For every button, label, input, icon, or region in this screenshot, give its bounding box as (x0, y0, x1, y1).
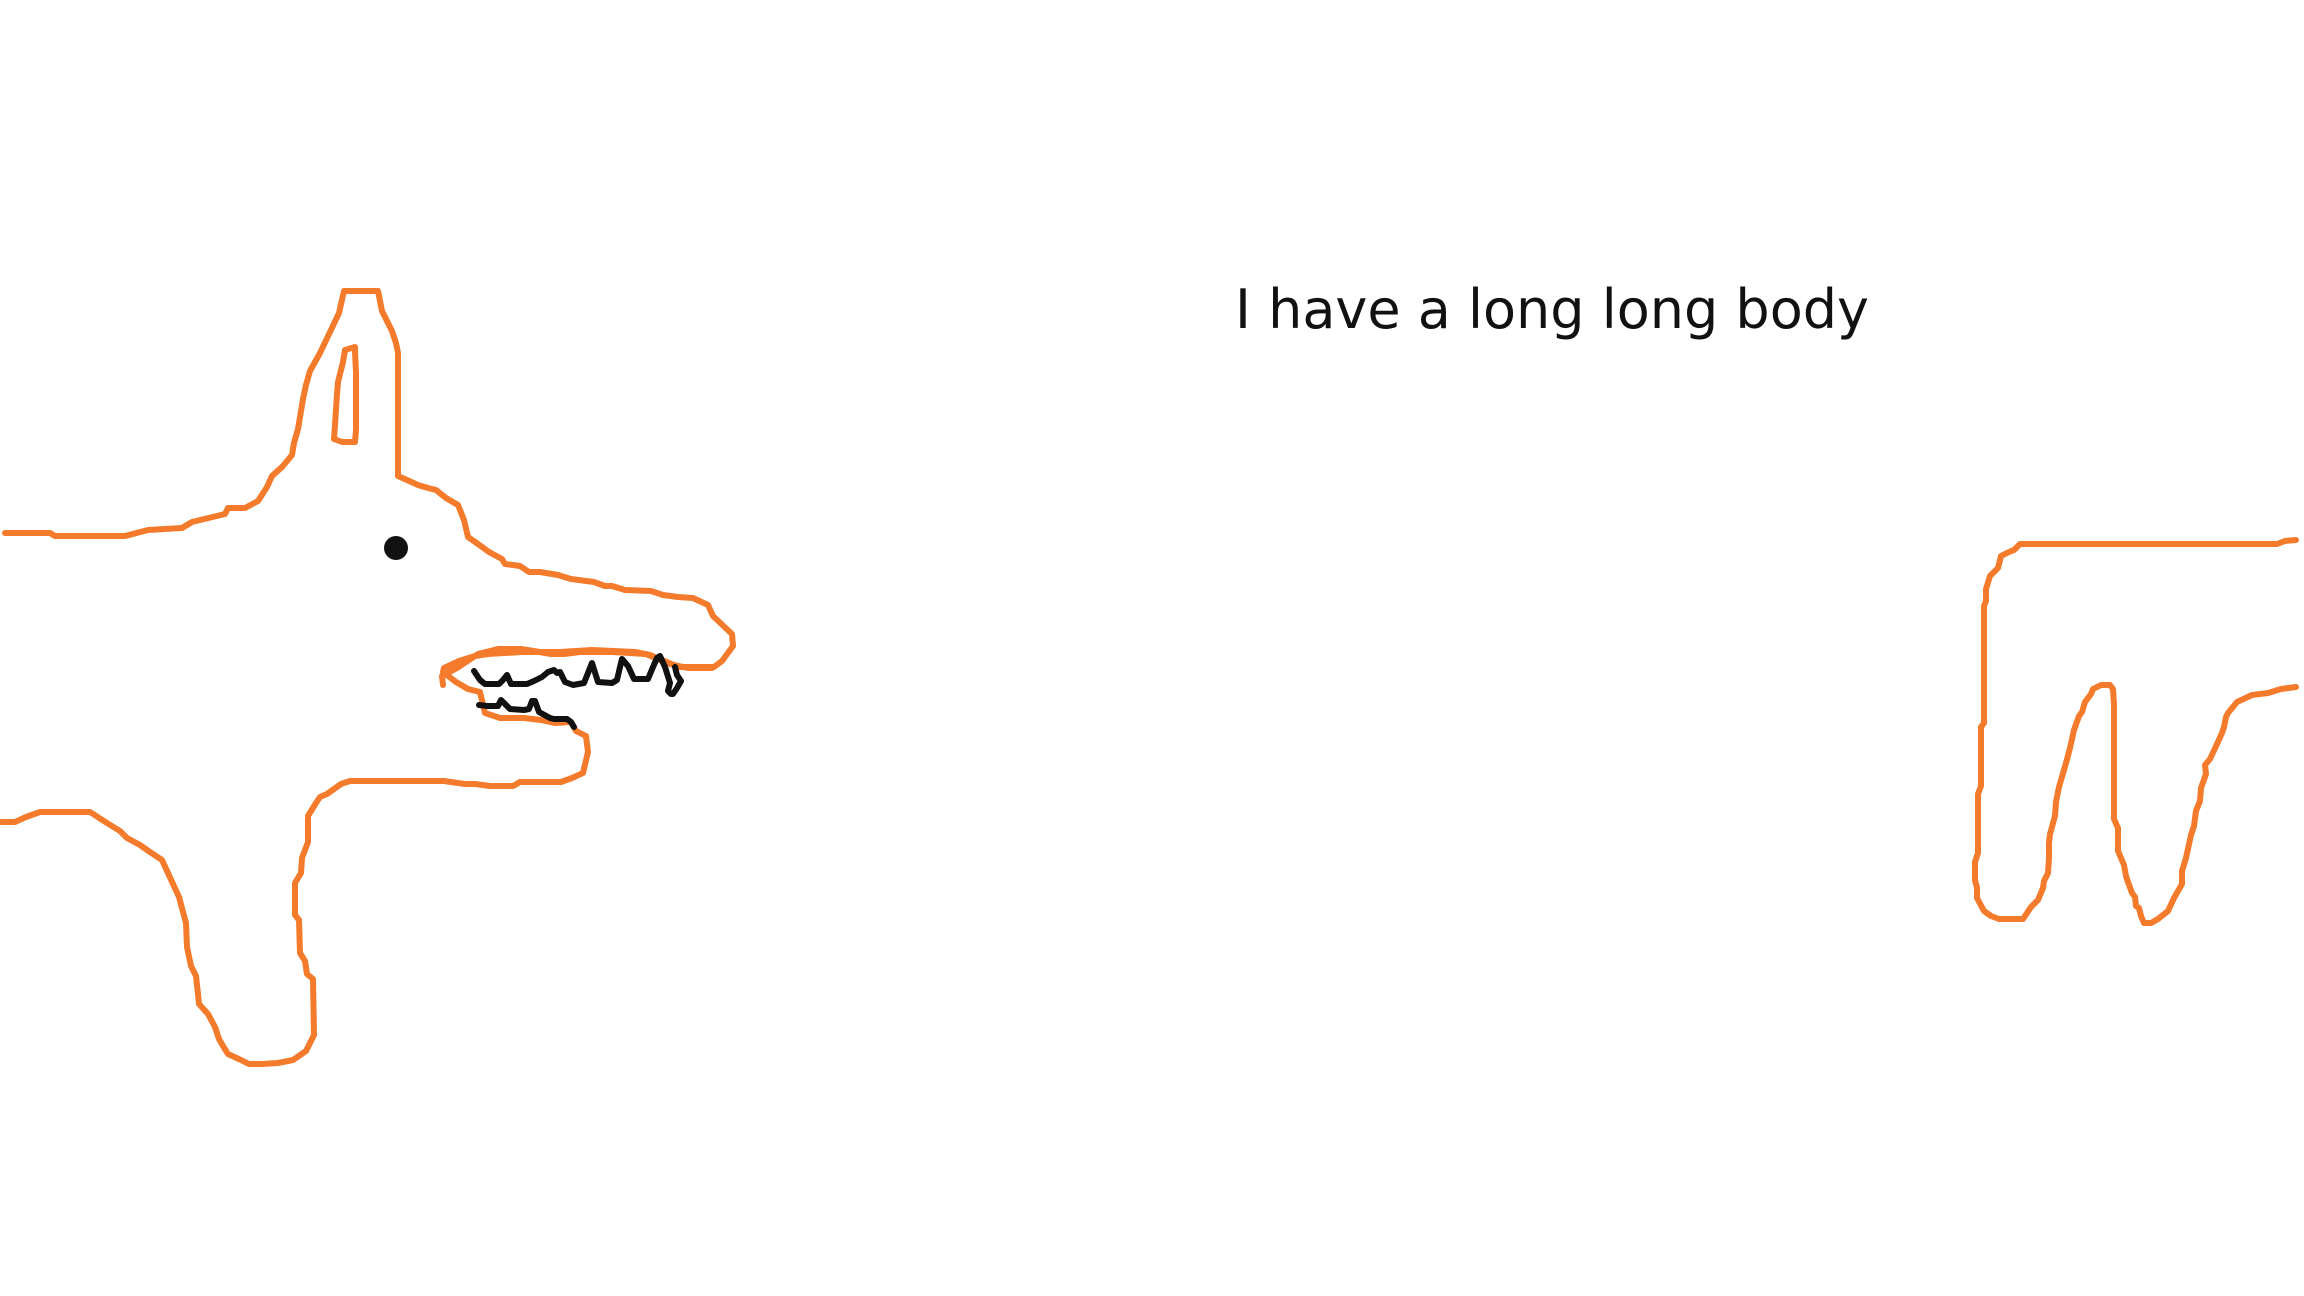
caption-text: I have a long long body (1235, 278, 1869, 341)
drawing-canvas: I have a long long body (0, 0, 2304, 1296)
dog-eye (384, 536, 408, 560)
dog-back-outline (1972, 537, 2299, 926)
upper-teeth (471, 653, 684, 697)
inner-ear-outline (331, 344, 359, 445)
dog-drawing (0, 288, 2299, 1067)
dog-front-outline (0, 288, 736, 1067)
